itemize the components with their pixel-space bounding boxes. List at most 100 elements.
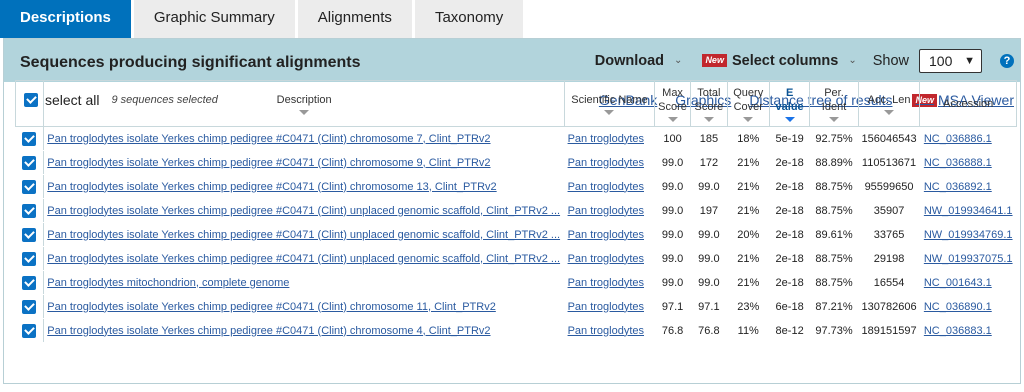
description-link[interactable]: Pan troglodytes isolate Yerkes chimp ped…: [47, 133, 490, 145]
tab-alignments[interactable]: Alignments: [297, 0, 415, 38]
show-count-select[interactable]: 100 ▼: [919, 48, 982, 73]
description-link[interactable]: Pan troglodytes mitochondrion, complete …: [47, 277, 289, 289]
select-columns-menu[interactable]: New Select columns ⌄: [702, 53, 857, 69]
sort-arrow-icon: [667, 116, 678, 122]
accession-cell: NC_001643.1: [919, 270, 1017, 295]
row-checkbox[interactable]: [22, 251, 37, 266]
acc-len-cell: 95599650: [858, 174, 920, 199]
panel-title: Sequences producing significant alignmen…: [20, 53, 361, 71]
scientific-name-link[interactable]: Pan troglodytes: [568, 205, 644, 217]
accession-link[interactable]: NW_019934769.1: [924, 229, 1013, 241]
row-checkbox[interactable]: [22, 323, 37, 338]
total-score-cell: 99.0: [690, 174, 728, 199]
table-row: Pan troglodytes isolate Yerkes chimp ped…: [15, 222, 1017, 247]
accession-cell: NC_036892.1: [919, 174, 1017, 199]
description-link[interactable]: Pan troglodytes isolate Yerkes chimp ped…: [47, 253, 560, 265]
chevron-down-icon: ⌄: [848, 55, 857, 66]
scientific-name-cell: Pan troglodytes: [564, 126, 655, 151]
header-max-score[interactable]: Max Score: [653, 80, 692, 127]
accession-link[interactable]: NW_019937075.1: [924, 253, 1013, 265]
sort-arrow-icon: [299, 109, 310, 115]
accession-cell: NC_036888.1: [919, 150, 1017, 175]
header-scientific-name[interactable]: Scientific Name: [564, 80, 655, 127]
tab-graphic-summary[interactable]: Graphic Summary: [133, 0, 298, 38]
description-link[interactable]: Pan troglodytes isolate Yerkes chimp ped…: [47, 301, 496, 313]
tab-descriptions[interactable]: Descriptions: [0, 0, 134, 38]
accession-link[interactable]: NC_036886.1: [924, 133, 992, 145]
description-cell: Pan troglodytes mitochondrion, complete …: [43, 270, 565, 295]
accession-link[interactable]: NC_001643.1: [924, 277, 992, 289]
accession-cell: NC_036890.1: [919, 294, 1017, 319]
scientific-name-link[interactable]: Pan troglodytes: [568, 229, 644, 241]
acc-len-cell: 189151597: [858, 318, 920, 343]
sort-arrow-icon: [604, 109, 615, 115]
row-checkbox[interactable]: [22, 299, 37, 314]
accession-link[interactable]: NC_036892.1: [924, 181, 992, 193]
row-checkbox[interactable]: [22, 227, 37, 242]
scientific-name-link[interactable]: Pan troglodytes: [568, 253, 644, 265]
query-cover-cell: 23%: [727, 294, 770, 319]
row-checkbox-cell: [15, 294, 45, 319]
row-checkbox-cell: [15, 246, 45, 271]
scientific-name-link[interactable]: Pan troglodytes: [568, 133, 644, 145]
e-value-cell: 6e-18: [769, 294, 810, 319]
accession-cell: NW_019934641.1: [919, 198, 1017, 223]
max-score-cell: 99.0: [654, 150, 691, 175]
header-query-cover[interactable]: Query Cover: [726, 80, 770, 127]
query-cover-cell: 21%: [727, 246, 770, 271]
tab-taxonomy[interactable]: Taxonomy: [414, 0, 527, 38]
max-score-cell: 100: [654, 126, 691, 151]
query-cover-cell: 18%: [727, 126, 770, 151]
accession-link[interactable]: NC_036888.1: [924, 157, 992, 169]
total-score-cell: 97.1: [690, 294, 728, 319]
result-tabs: Descriptions Graphic Summary Alignments …: [0, 0, 1024, 38]
max-score-cell: 99.0: [654, 222, 691, 247]
row-checkbox[interactable]: [22, 275, 37, 290]
row-checkbox[interactable]: [22, 131, 37, 146]
results-table: Description Scientific Name Max Score Tot…: [14, 80, 1017, 343]
accession-link[interactable]: NC_036883.1: [924, 325, 992, 337]
scientific-name-link[interactable]: Pan troglodytes: [568, 181, 644, 193]
scientific-name-link[interactable]: Pan troglodytes: [568, 157, 644, 169]
sort-arrow-icon: [743, 116, 754, 122]
per-ident-cell: 88.75%: [809, 270, 859, 295]
total-score-cell: 76.8: [690, 318, 728, 343]
header-accession[interactable]: Accession: [919, 80, 1017, 127]
header-description[interactable]: Description: [43, 80, 566, 127]
table-row: Pan troglodytes isolate Yerkes chimp ped…: [15, 150, 1017, 175]
row-checkbox-cell: [15, 174, 45, 199]
description-link[interactable]: Pan troglodytes isolate Yerkes chimp ped…: [47, 205, 560, 217]
description-link[interactable]: Pan troglodytes isolate Yerkes chimp ped…: [47, 181, 496, 193]
header-e-value[interactable]: Evalue: [768, 80, 811, 127]
accession-link[interactable]: NC_036890.1: [924, 301, 992, 313]
row-checkbox-cell: [15, 270, 45, 295]
header-per-ident[interactable]: Per. Ident: [809, 80, 859, 127]
header-total-score[interactable]: Total Score: [690, 80, 728, 127]
scientific-name-link[interactable]: Pan troglodytes: [568, 277, 644, 289]
acc-len-cell: 130782606: [858, 294, 920, 319]
acc-len-cell: 110513671: [858, 150, 920, 175]
description-cell: Pan troglodytes isolate Yerkes chimp ped…: [43, 246, 565, 271]
row-checkbox[interactable]: [22, 203, 37, 218]
max-score-cell: 99.0: [654, 174, 691, 199]
description-link[interactable]: Pan troglodytes isolate Yerkes chimp ped…: [47, 229, 560, 241]
header-acc-len[interactable]: Acc. Len: [857, 80, 921, 127]
row-checkbox[interactable]: [22, 179, 37, 194]
accession-link[interactable]: NW_019934641.1: [924, 205, 1013, 217]
help-icon[interactable]: ?: [1000, 53, 1014, 68]
description-cell: Pan troglodytes isolate Yerkes chimp ped…: [43, 222, 565, 247]
query-cover-cell: 21%: [727, 150, 770, 175]
scientific-name-link[interactable]: Pan troglodytes: [568, 325, 644, 337]
sort-arrow-icon: [829, 116, 840, 122]
description-link[interactable]: Pan troglodytes isolate Yerkes chimp ped…: [47, 157, 490, 169]
sort-arrow-icon: [703, 116, 714, 122]
row-checkbox[interactable]: [22, 155, 37, 170]
description-link[interactable]: Pan troglodytes isolate Yerkes chimp ped…: [47, 325, 490, 337]
scientific-name-link[interactable]: Pan troglodytes: [568, 301, 644, 313]
max-score-cell: 97.1: [654, 294, 691, 319]
e-value-cell: 2e-18: [769, 246, 810, 271]
accession-cell: NW_019934769.1: [919, 222, 1017, 247]
acc-len-cell: 29198: [858, 246, 920, 271]
total-score-cell: 99.0: [690, 246, 728, 271]
download-menu[interactable]: Download ⌄: [595, 53, 683, 69]
